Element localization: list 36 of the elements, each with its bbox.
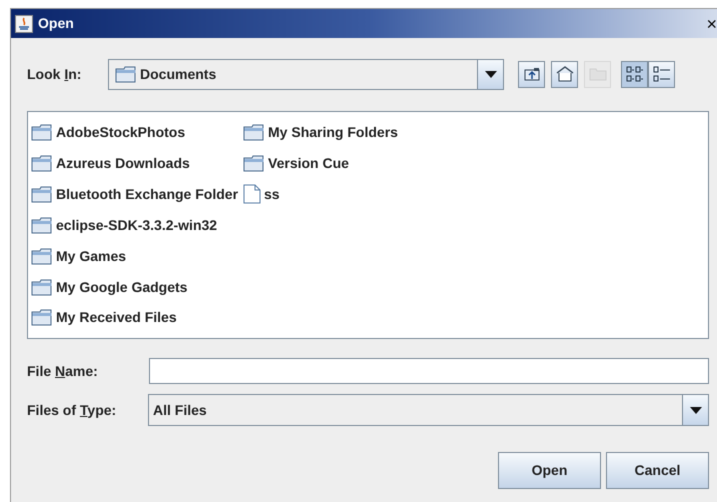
window-title: Open [38, 14, 74, 33]
file-type-label: Files of Type: [27, 400, 118, 420]
file-name[interactable]: ss [264, 184, 280, 205]
details-view-icon[interactable] [648, 60, 675, 88]
folder-icon [31, 186, 53, 203]
folder-icon [243, 155, 266, 172]
file-name-field[interactable] [149, 358, 709, 384]
folder-icon [31, 309, 53, 326]
folder-icon [31, 155, 53, 172]
folder-icon [243, 124, 266, 142]
file-name[interactable]: My Received Files [56, 307, 177, 328]
open-button[interactable]: Open [498, 452, 601, 489]
close-button[interactable]: × [706, 14, 717, 32]
list-view-icon[interactable] [621, 60, 648, 88]
file-name[interactable]: AdobeStockPhotos [56, 122, 186, 144]
home-icon[interactable] [551, 60, 578, 88]
cancel-button[interactable]: Cancel [606, 452, 709, 489]
file-name[interactable]: Version Cue [268, 153, 349, 174]
file-name-label: File Name: [27, 362, 99, 380]
folder-icon [115, 66, 137, 82]
folder-icon [31, 248, 53, 265]
file-name[interactable]: eclipse-SDK-3.3.2-win32 [56, 214, 218, 236]
file-name[interactable]: My Sharing Folders [268, 122, 398, 144]
file-name[interactable]: My Games [56, 246, 126, 267]
folder-icon [31, 216, 53, 234]
app-icon [15, 14, 33, 32]
file-name[interactable]: Azureus Downloads [56, 153, 190, 174]
look-in-dropdown[interactable]: Documents [108, 58, 504, 90]
folder-icon [31, 278, 53, 296]
file-type-dropdown[interactable]: All Files [148, 394, 709, 426]
up-folder-icon[interactable] [518, 60, 545, 88]
file-name[interactable]: My Google Gadgets [56, 276, 188, 298]
file-name[interactable]: Bluetooth Exchange Folder [56, 184, 238, 205]
file-icon [243, 184, 262, 204]
folder-icon [31, 124, 53, 142]
look-in-label: Look In: [27, 64, 82, 84]
